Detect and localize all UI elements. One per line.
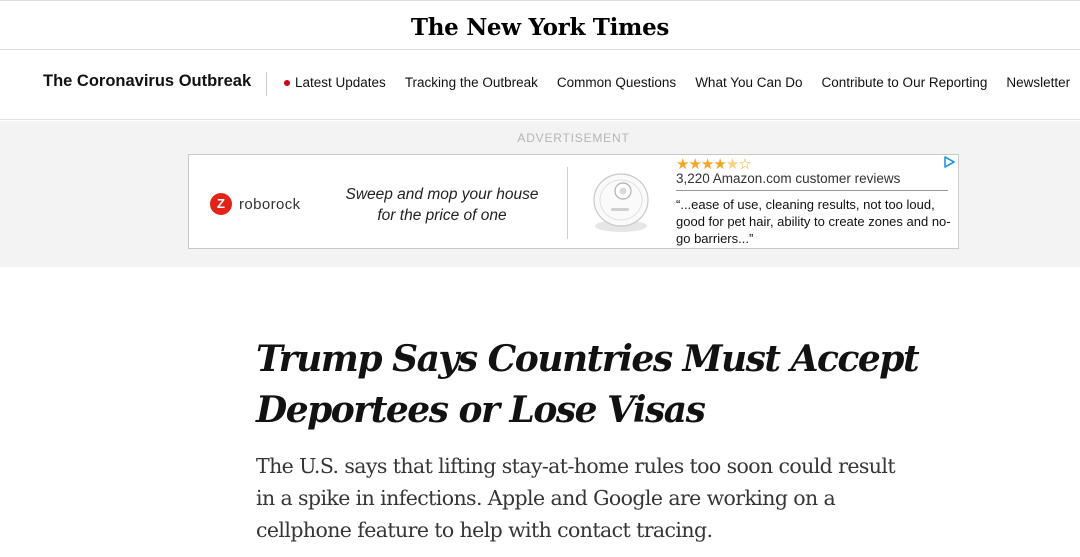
ad-slogan-line: Sweep and mop your house: [345, 186, 539, 203]
ad-banner[interactable]: Z roborock Sweep and mop your house for …: [188, 154, 959, 249]
adchoices-icon[interactable]: [943, 156, 955, 168]
nav-divider: [266, 72, 267, 96]
review-divider: [676, 190, 948, 191]
section-navbar: The Coronavirus Outbreak Latest Updates …: [0, 50, 1080, 120]
headline-line: Deportees or Lose Visas: [256, 389, 706, 431]
article-headline[interactable]: Trump Says Countries Must Accept Deporte…: [256, 334, 956, 436]
review-quote: “...ease of use, cleaning results, not t…: [676, 197, 951, 246]
nav-link-tracking[interactable]: Tracking the Outbreak: [405, 75, 538, 90]
roborock-logo: Z roborock: [210, 193, 301, 215]
nyt-logo[interactable]: The New York Times: [411, 14, 669, 41]
brand-name: roborock: [239, 195, 301, 213]
ad-divider: [567, 167, 568, 239]
roborock-mark-icon: Z: [210, 193, 232, 215]
ad-slogan: Sweep and mop your house for the price o…: [337, 184, 547, 226]
robot-vacuum-image: [593, 173, 649, 232]
nav-links: Latest Updates Tracking the Outbreak Com…: [284, 75, 1080, 90]
advertisement-band: ADVERTISEMENT Z roborock Sweep and mop y…: [0, 121, 1080, 267]
headline-line: Trump Says Countries Must Accept: [256, 338, 920, 380]
article-summary: The U.S. says that lifting stay-at-home …: [256, 454, 896, 542]
nav-link-newsletter[interactable]: Newsletter: [1006, 75, 1070, 90]
nav-link-contribute[interactable]: Contribute to Our Reporting: [822, 75, 988, 90]
live-dot-icon: [284, 79, 290, 86]
nav-link-common-questions[interactable]: Common Questions: [557, 75, 676, 90]
masthead: The New York Times: [0, 0, 1080, 50]
review-count: 3,220 Amazon.com customer reviews: [676, 171, 901, 186]
section-title[interactable]: The Coronavirus Outbreak: [43, 72, 251, 91]
nav-link-label: Latest Updates: [295, 75, 386, 90]
advertisement-label: ADVERTISEMENT: [517, 131, 630, 145]
ad-slogan-line: for the price of one: [377, 207, 507, 224]
nav-link-what-you-can-do[interactable]: What You Can Do: [695, 75, 802, 90]
nav-link-latest-updates[interactable]: Latest Updates: [284, 75, 386, 90]
